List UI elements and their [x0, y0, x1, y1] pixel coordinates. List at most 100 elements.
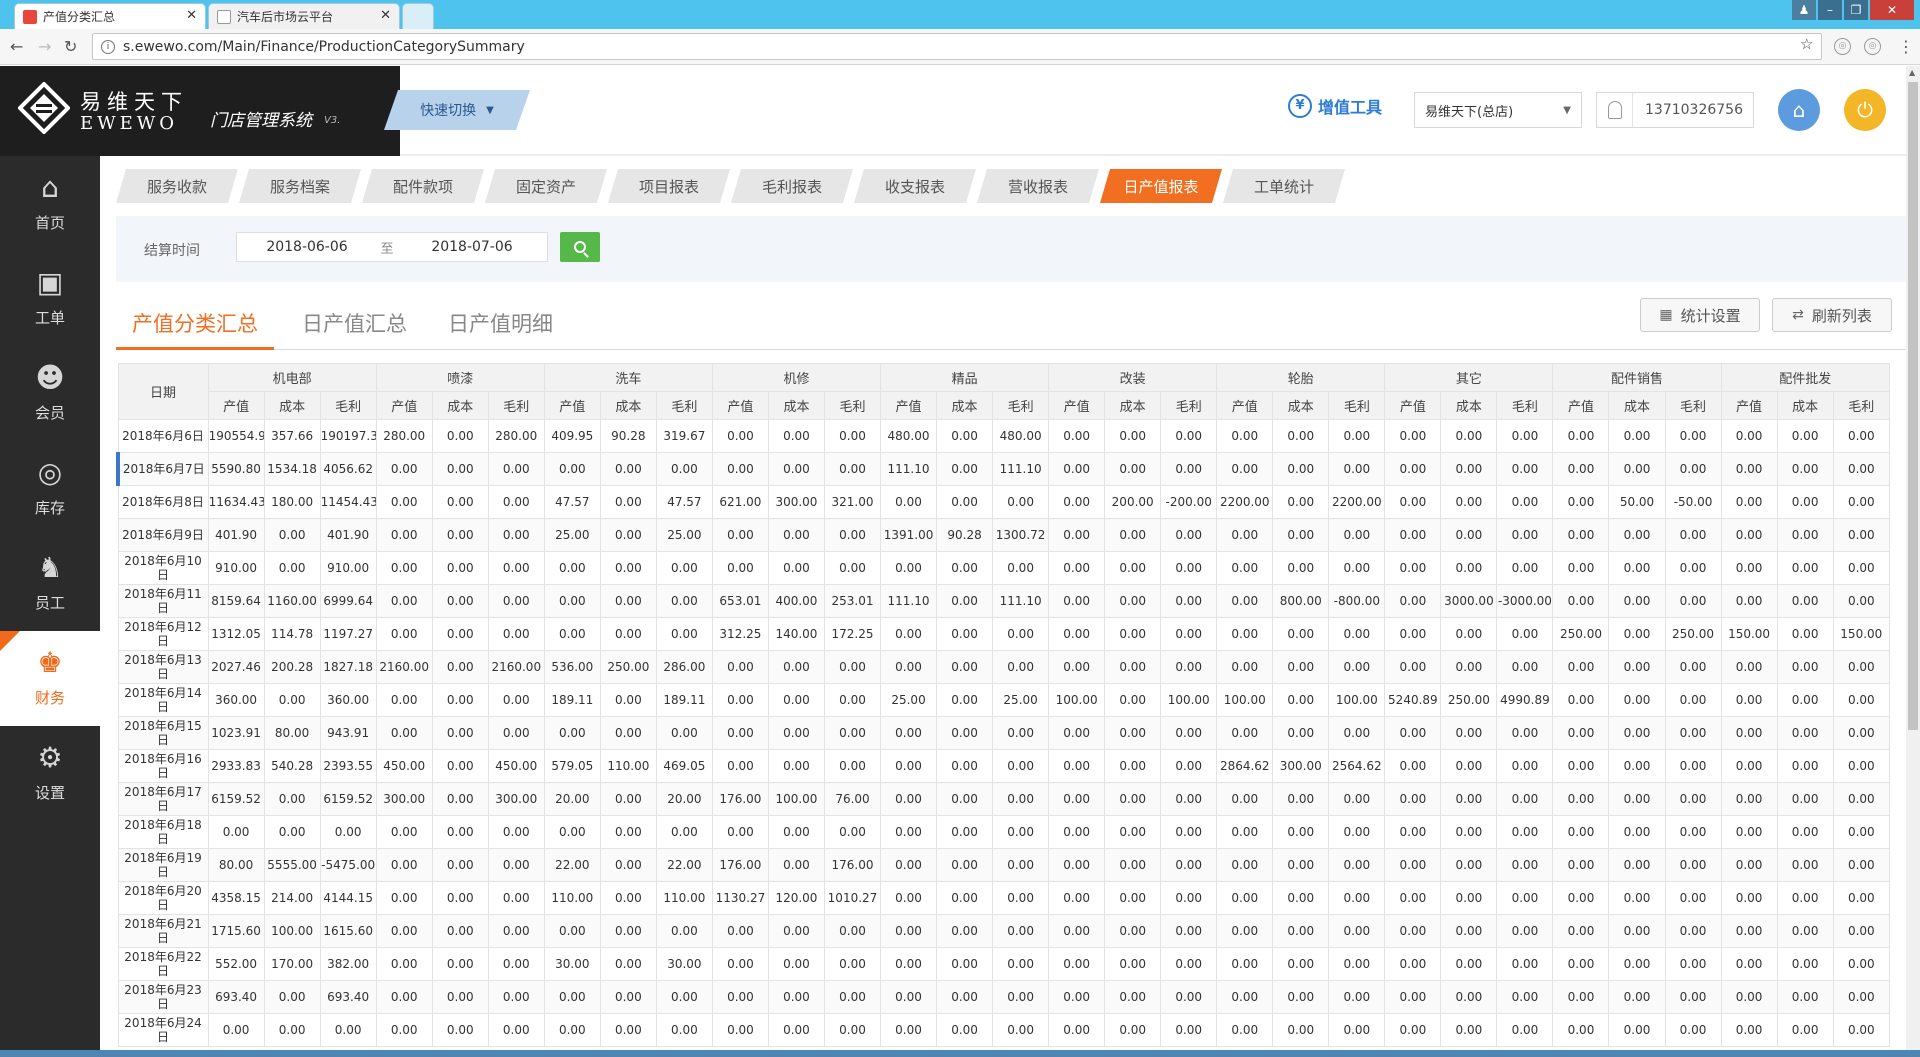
tab-daily-detail[interactable]: 日产值明细 [448, 308, 553, 350]
cell-value: 0.00 [1328, 650, 1386, 684]
tab-parts-payment[interactable]: 配件款项 [362, 169, 484, 203]
cell-value: 0.00 [823, 716, 882, 750]
search-button[interactable] [560, 232, 600, 262]
close-tab-icon[interactable]: ✕ [186, 8, 197, 23]
cell-value: 0.00 [992, 782, 1050, 816]
tab-workorder-stats[interactable]: 工单统计 [1223, 169, 1345, 203]
cell-value: 400.00 [767, 584, 825, 618]
extension-icon[interactable]: ◎ [1864, 38, 1881, 55]
table-row[interactable]: 2018年6月6日190554.97357.66190197.31280.000… [117, 419, 1890, 453]
reload-icon[interactable]: ↻ [64, 37, 77, 56]
tab-income-expense-report[interactable]: 收支报表 [854, 169, 976, 203]
table-row[interactable]: 2018年6月15日 1023.91 80.00 943.91 0.00 0.00 0.00… [117, 716, 1890, 750]
sidebar-item-finance[interactable]: ♚ 财务 [0, 631, 100, 726]
table-row[interactable]: 2018年6月11日 8159.64 1160.00 6999.64 0.00 0.00 0… [117, 584, 1890, 618]
date-range-field[interactable]: 2018-06-06 至 2018-07-06 [236, 232, 548, 262]
sidebar-item-label: 财务 [34, 689, 65, 707]
sidebar-item-home[interactable]: ⌂ 首页 [0, 156, 100, 251]
cell-value: 0.00 [880, 947, 938, 981]
table-row[interactable]: 2018年6月17日 6159.52 0.00 6159.52 300.00 0.00 30… [117, 782, 1890, 816]
tab-daily-summary[interactable]: 日产值汇总 [302, 308, 407, 350]
table-row[interactable]: 2018年6月23日 693.40 0.00 693.40 0.00 0.00 0.00 0.… [117, 980, 1890, 1014]
stats-settings-button[interactable]: ▦ 统计设置 [1640, 298, 1760, 332]
cell-value: 0.00 [1440, 716, 1498, 750]
table-row[interactable]: 2018年6月24日 0.00 0.00 0.00 0.00 0.00 0.00 0.00 0.… [117, 1013, 1890, 1047]
table-row[interactable]: 2018年6月7日 5590.80 1534.18 4056.62 0.00 0.00 0.… [116, 452, 1890, 486]
cell-value: 0.00 [1664, 683, 1722, 717]
tab-label: 服务档案 [269, 177, 330, 196]
table-row[interactable]: 2018年6月13日 2027.46 200.28 1827.18 2160.00 0.0… [117, 650, 1890, 684]
new-tab-button[interactable] [402, 3, 434, 29]
table-row[interactable]: 2018年6月20日 4358.15 214.00 4144.15 0.00 0.00 0.… [117, 881, 1890, 915]
user-icon[interactable]: ♟ [1792, 0, 1816, 20]
cell-value: 800.00 [1272, 584, 1330, 618]
table-row[interactable]: 2018年6月21日 1715.60 100.00 1615.60 0.00 0.00 0.… [117, 914, 1890, 948]
end-date[interactable]: 2018-07-06 [397, 239, 547, 255]
cell-value: 0.00 [1160, 782, 1218, 816]
tab-project-report[interactable]: 项目报表 [608, 169, 730, 203]
value-added-tools-button[interactable]: ¥ 增值工具 [1288, 94, 1382, 118]
page-scrollbar[interactable]: ▲ [1906, 66, 1920, 1057]
cell-value: 0.00 [1832, 782, 1890, 816]
cell-value: 0.00 [1496, 980, 1554, 1014]
tab-category-summary[interactable]: 产值分类汇总 [116, 308, 274, 350]
cell-value: 0.00 [375, 848, 433, 882]
tab-revenue-report[interactable]: 营收报表 [977, 169, 1099, 203]
cell-value: 100.00 [767, 782, 825, 816]
sidebar-item-staff[interactable]: ♞ 员工 [0, 536, 100, 631]
tab-fixed-assets[interactable]: 固定资产 [485, 169, 607, 203]
sidebar-item-member[interactable]: ☻ 会员 [0, 346, 100, 441]
extension-icon[interactable]: ◎ [1834, 38, 1851, 55]
cell-value: 0.00 [1776, 1013, 1834, 1047]
table-row[interactable]: 2018年6月12日 1312.05 114.78 1197.27 0.00 0.00 0.… [117, 617, 1890, 651]
logout-button[interactable]: ⏻ [1844, 89, 1886, 131]
cell-value: 0.00 [1160, 914, 1218, 948]
minimize-button[interactable]: – [1818, 0, 1842, 20]
refresh-list-button[interactable]: ⇄ 刷新列表 [1772, 298, 1892, 332]
tab-service-payment[interactable]: 服务收款 [116, 169, 238, 203]
column-sub-header: 产值 [1216, 391, 1274, 420]
bookmark-star-icon[interactable]: ☆ [1800, 35, 1813, 53]
sidebar-item-stock[interactable]: ◎ 库存 [0, 441, 100, 536]
table-row[interactable]: 2018年6月22日 552.00 170.00 382.00 0.00 0.00 0.00… [117, 947, 1890, 981]
sidebar-item-workorder[interactable]: ▣ 工单 [0, 251, 100, 346]
table-row[interactable]: 2018年6月18日 0.00 0.00 0.00 0.00 0.00 0.00 0.00 0.… [117, 815, 1890, 849]
tab-gross-profit-report[interactable]: 毛利报表 [731, 169, 853, 203]
cell-value: 0.00 [992, 749, 1050, 783]
back-icon[interactable]: ← [10, 37, 23, 56]
cell-value: 0.00 [1720, 848, 1778, 882]
start-date[interactable]: 2018-06-06 [237, 239, 377, 255]
sidebar-item-label: 会员 [34, 404, 65, 422]
sidebar-item-settings[interactable]: ⚙ 设置 [0, 726, 100, 821]
cell-value: 0.00 [431, 584, 489, 618]
close-tab-icon[interactable]: ✕ [380, 8, 391, 23]
forward-icon[interactable]: → [38, 37, 51, 56]
cell-value: 0.00 [599, 584, 657, 618]
browser-tab-active[interactable]: 产值分类汇总 ✕ [14, 3, 206, 29]
cell-value: 0.00 [1384, 419, 1442, 453]
restore-button[interactable]: ❐ [1844, 0, 1868, 20]
table-row[interactable]: 2018年6月9日 401.90 0.00 401.90 0.00 0.00 0.00 25.… [117, 518, 1890, 552]
store-select[interactable]: 易维天下(总店) ▼ [1414, 92, 1582, 128]
browser-menu-icon[interactable]: ⋮ [1898, 37, 1914, 56]
info-icon[interactable]: i [101, 39, 115, 54]
home-button[interactable]: ⌂ [1778, 89, 1820, 131]
scroll-up-icon[interactable]: ▲ [1909, 68, 1915, 77]
close-window-button[interactable]: ✕ [1870, 0, 1914, 20]
cell-date: 2018年6月12日 [117, 617, 209, 651]
table-row[interactable]: 2018年6月16日 2933.83 540.28 2393.55 450.00 0.00… [117, 749, 1890, 783]
tab-daily-output-report[interactable]: 日产值报表 [1100, 169, 1222, 203]
user-box[interactable]: 13710326756 [1596, 92, 1754, 128]
cell-value: 0.00 [1832, 1013, 1890, 1047]
browser-tab[interactable]: 汽车后市场云平台 ✕ [208, 3, 400, 29]
table-row[interactable]: 2018年6月8日 11634.43 180.00 11454.43 0.00 0.00 0… [117, 485, 1890, 519]
quick-switch-button[interactable]: 快速切换 ▼ [384, 90, 530, 130]
tab-service-archive[interactable]: 服务档案 [239, 169, 361, 203]
cell-date: 2018年6月13日 [117, 650, 209, 684]
table-row[interactable]: 2018年6月10日 910.00 0.00 910.00 0.00 0.00 0.00 0.… [117, 551, 1890, 585]
table-row[interactable]: 2018年6月14日 360.00 0.00 360.00 0.00 0.00 0.00 18… [117, 683, 1890, 717]
cell-value: 0.00 [655, 716, 713, 750]
table-row[interactable]: 2018年6月19日 80.00 5555.00 -5475.00 0.00 0.00 0.… [117, 848, 1890, 882]
url-field[interactable]: i s.ewewo.com/Main/Finance/ProductionCat… [92, 33, 1822, 60]
scrollbar-thumb[interactable] [1908, 82, 1918, 730]
